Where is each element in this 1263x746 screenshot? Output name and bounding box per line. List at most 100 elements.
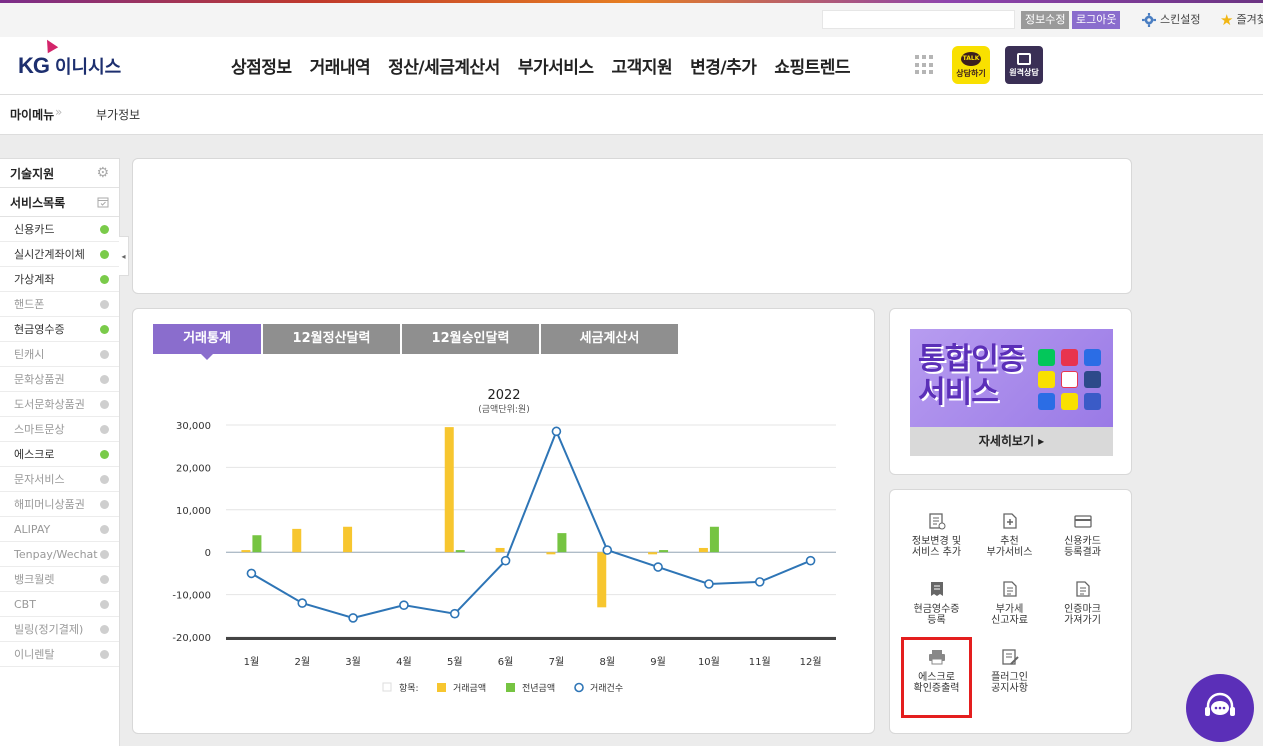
- legend-label: 거래금액: [453, 682, 486, 694]
- pass-icon: [1061, 349, 1078, 366]
- status-dot-icon: [100, 399, 109, 409]
- breadcrumb-current: 부가정보: [96, 108, 141, 122]
- quick-menu-label: 부가서비스: [986, 547, 1033, 558]
- status-dot-icon: [100, 374, 109, 384]
- payco-icon: [1061, 371, 1078, 388]
- transaction-chart: 2022(금액단위:원) 30,000 20,000 10,000 0 -10,000 -2…: [172, 388, 836, 694]
- star-icon: ★: [1220, 11, 1234, 29]
- sidebar-service-item[interactable]: 빌링(정기결제): [0, 617, 119, 642]
- breadcrumb: 마이메뉴 » 부가정보: [0, 95, 1263, 135]
- quick-menu-item[interactable]: 신용카드 등록결과: [1046, 512, 1119, 580]
- service-label: 문화상품권: [14, 373, 65, 386]
- see-more-button[interactable]: 자세히보기 ▸: [910, 427, 1113, 456]
- bar-거래금액: [546, 552, 556, 555]
- bar-전년금액: [455, 550, 465, 553]
- x-tick-label: 3월: [345, 656, 361, 668]
- quick-menu-label: 등록결과: [1064, 547, 1101, 558]
- bar-전년금액: [659, 550, 669, 553]
- quick-menu-item[interactable]: 인증마크 가져가기: [1046, 580, 1119, 648]
- quick-menu-label: 플러그인: [991, 672, 1028, 683]
- sidebar-service-item[interactable]: 에스크로: [0, 442, 119, 467]
- all-menu-grid-icon[interactable]: [915, 55, 935, 75]
- sidebar-service-item[interactable]: 현금영수증: [0, 317, 119, 342]
- chat-support-button[interactable]: [1186, 674, 1254, 742]
- sidebar-collapse-toggle[interactable]: ◂: [119, 236, 129, 276]
- line-point: [246, 568, 257, 579]
- line-point: [297, 598, 308, 608]
- sidebar: 기술지원 ⚙ 서비스목록 신용카드실시간계좌이체 가상계좌 핸드폰 현금영수증 틴캐시문…: [0, 158, 120, 746]
- gnb-menu-item[interactable]: 쇼핑트렌드: [774, 53, 850, 78]
- auth-provider-icons: [1038, 349, 1101, 410]
- status-dot-icon: [100, 299, 109, 309]
- bar-전년금액: [709, 526, 719, 553]
- sidebar-service-item[interactable]: 스마트문상: [0, 417, 119, 442]
- y-tick-label: -10,000: [172, 591, 211, 602]
- edit-info-button[interactable]: 정보수정: [1021, 11, 1070, 29]
- quick-menu-label: 신용카드: [1064, 536, 1101, 547]
- sidebar-service-item[interactable]: 해피머니상품권: [0, 492, 119, 517]
- x-tick-label: 12월: [800, 656, 822, 668]
- status-dot-icon: [100, 549, 109, 559]
- legend-swatch: [437, 683, 446, 692]
- quick-menu-label: 등록: [927, 615, 946, 626]
- skin-settings-link[interactable]: 스킨설정: [1142, 10, 1200, 30]
- sidebar-service-item[interactable]: 틴캐시: [0, 342, 119, 367]
- bar-거래금액: [648, 552, 658, 555]
- sidebar-service-item[interactable]: 문화상품권: [0, 367, 119, 392]
- list-settings-icon: [928, 513, 945, 530]
- sidebar-service-item[interactable]: 실시간계좌이체: [0, 242, 119, 267]
- sidebar-service-list[interactable]: 서비스목록: [0, 188, 119, 217]
- quick-menu-label: 인증마크: [1064, 604, 1101, 615]
- sidebar-service-item[interactable]: CBT: [0, 592, 119, 617]
- favorites-link[interactable]: ★ 즐겨찾: [1220, 10, 1263, 30]
- talk-consult-label: 상담하기: [956, 68, 986, 78]
- quick-menu-label: 정보변경 및: [911, 536, 962, 547]
- remote-consult-button[interactable]: 원격상담: [1005, 46, 1043, 84]
- quick-menu-item[interactable]: 정보변경 및 서비스 추가: [900, 512, 973, 580]
- sidebar-service-item[interactable]: ALIPAY: [0, 517, 119, 542]
- sidebar-service-item[interactable]: 신용카드: [0, 217, 119, 242]
- quick-menu-item[interactable]: 플러그인 공지사항: [973, 648, 1046, 716]
- quick-menu-label: 공지사항: [991, 683, 1028, 694]
- statistics-panel: 거래통계 12월정산달력 12월승인달력 세금계산서 2022 (금액단위:원) 30,0…: [132, 308, 875, 734]
- cert-icon: [1038, 393, 1055, 410]
- double-chevron-right-icon: »: [55, 105, 63, 119]
- sidebar-service-item[interactable]: Tenpay/Wechat: [0, 542, 119, 567]
- line-point: [754, 577, 765, 587]
- sidebar-tech-support[interactable]: 기술지원 ⚙: [0, 159, 119, 188]
- sidebar-service-item[interactable]: 가상계좌: [0, 267, 119, 292]
- gnb-menu-item[interactable]: 고객지원: [612, 53, 673, 78]
- gnb-menu-item[interactable]: 상점정보: [231, 53, 292, 78]
- notice-panel: [132, 158, 1132, 294]
- kakao-talk-consult-button[interactable]: TALK 상담하기: [952, 46, 990, 84]
- service-label: 도서문화상품권: [14, 398, 85, 411]
- kg-inicis-logo[interactable]: KG 이니시스: [18, 36, 121, 79]
- sidebar-service-item[interactable]: 도서문화상품권: [0, 392, 119, 417]
- skin-settings-label: 스킨설정: [1160, 13, 1201, 26]
- integrated-auth-banner[interactable]: 통합인증 서비스 자세히보기 ▸: [910, 329, 1113, 456]
- sidebar-service-item[interactable]: 이니렌탈: [0, 642, 119, 667]
- headset-chat-icon: [1205, 692, 1235, 716]
- gnb-menu-item[interactable]: 변경/추가: [690, 53, 757, 78]
- breadcrumb-root[interactable]: 마이메뉴: [10, 106, 54, 123]
- service-label: 해피머니상품권: [14, 498, 85, 511]
- logout-button[interactable]: 로그아웃: [1072, 11, 1121, 29]
- kakao-icon: [1038, 371, 1055, 388]
- status-dot-icon: [100, 649, 109, 659]
- service-label: 신용카드: [14, 223, 55, 236]
- quick-menu-item[interactable]: 부가세 신고자료: [973, 580, 1046, 648]
- sidebar-service-item[interactable]: 핸드폰: [0, 292, 119, 317]
- y-tick-label: 20,000: [176, 463, 211, 474]
- legend-label: 전년금액: [522, 682, 555, 694]
- search-input[interactable]: [822, 10, 1015, 29]
- quick-menu-label: 현금영수증: [913, 604, 960, 615]
- sidebar-service-item[interactable]: 문자서비스: [0, 467, 119, 492]
- gnb-menu-item[interactable]: 거래내역: [310, 53, 371, 78]
- x-tick-label: 1월: [244, 656, 260, 668]
- sidebar-service-item[interactable]: 뱅크월렛: [0, 567, 119, 592]
- gnb-menu-item[interactable]: 정산/세금계산서: [388, 53, 500, 78]
- bar-거래금액: [698, 547, 708, 553]
- card-icon: [1073, 515, 1092, 528]
- quick-menu-item[interactable]: 추천 부가서비스: [973, 512, 1046, 580]
- gnb-menu-item[interactable]: 부가서비스: [518, 53, 594, 78]
